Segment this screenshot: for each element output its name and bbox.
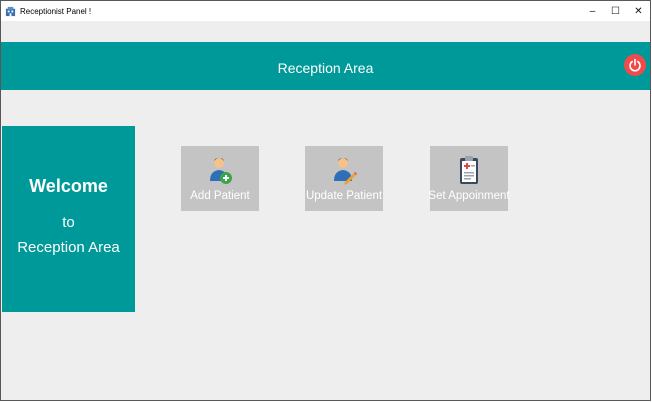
app-icon [5, 6, 16, 16]
set-appointment-button[interactable]: Set Appoinment [428, 146, 510, 211]
update-patient-icon [334, 158, 357, 185]
minimize-icon: – [589, 5, 596, 17]
header-bar: Reception Area [1, 42, 650, 90]
update-patient-button[interactable]: Update Patient [305, 146, 383, 211]
power-icon [629, 58, 641, 72]
minimize-button[interactable]: – [581, 1, 604, 21]
add-patient-button[interactable]: Add Patient [181, 146, 259, 211]
welcome-title: Welcome [29, 176, 108, 196]
window-controls: – ☐ ✕ [581, 1, 650, 21]
add-patient-label: Add Patient [190, 190, 250, 202]
welcome-subtitle: Reception Area [17, 239, 120, 256]
window-title: Receptionist Panel ! [20, 6, 92, 16]
welcome-connector: to [62, 214, 75, 231]
header-title: Reception Area [277, 60, 374, 76]
close-icon: ✕ [634, 5, 643, 17]
logout-button[interactable] [624, 54, 646, 76]
welcome-panel: Welcome to Reception Area [2, 126, 135, 312]
add-patient-icon [210, 158, 232, 184]
maximize-button[interactable]: ☐ [604, 1, 627, 21]
clipboard-icon [460, 156, 478, 184]
app-window: Receptionist Panel ! – ☐ ✕ Reception Are… [0, 0, 651, 401]
close-button[interactable]: ✕ [627, 1, 650, 21]
update-patient-label: Update Patient [305, 190, 383, 202]
maximize-icon: ☐ [611, 5, 620, 17]
set-appointment-label: Set Appoinment [428, 190, 510, 202]
title-bar: Receptionist Panel ! – ☐ ✕ [1, 1, 650, 21]
